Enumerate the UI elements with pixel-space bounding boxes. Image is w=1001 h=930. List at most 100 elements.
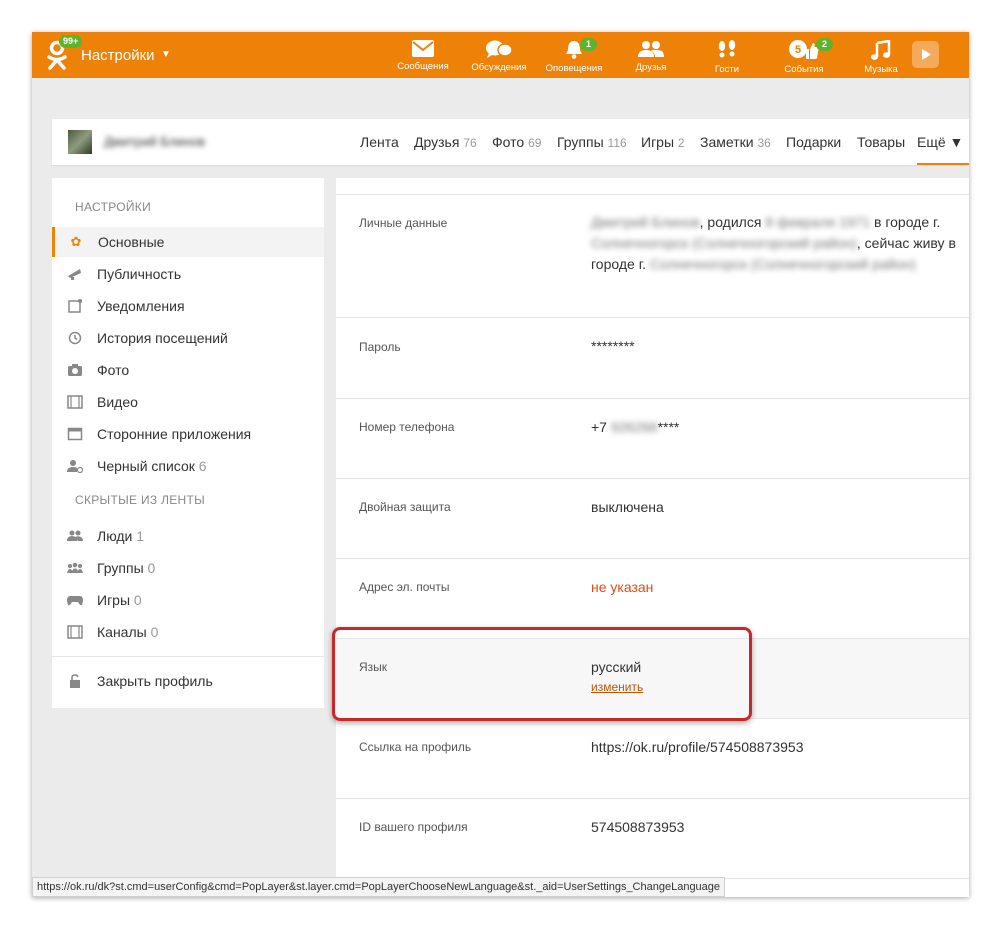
profile-id-value: 574508873953 [591,819,685,835]
two-factor-label: Двойная защита [359,500,451,514]
tab-groups[interactable]: Группы 116 [557,134,627,150]
nav-messages[interactable]: Сообщения [385,37,461,77]
language-value: русский [591,659,642,675]
section-title-dropdown[interactable]: Настройки [81,47,155,64]
tab-photos-count: 69 [528,136,542,150]
hidden-from-feed-heading: СКРЫТЫЕ ИЗ ЛЕНТЫ [75,493,206,507]
sidebar-heading: НАСТРОЙКИ [75,200,152,214]
nav-events[interactable]: 5 2 События [766,37,842,77]
events-badge: 2 [816,38,834,51]
close-profile-link[interactable]: Закрыть профиль [52,666,324,696]
nav-messages-label: Сообщения [397,61,449,72]
language-label: Язык [359,660,388,674]
nav-notifications[interactable]: 1 Оповещения [536,37,612,77]
tab-friends[interactable]: Друзья 76 [414,134,477,150]
sidebar-item-publicity[interactable]: Публичность [52,259,324,289]
sidebar-item-label: Группы 0 [97,560,156,576]
tab-games-count: 2 [677,136,685,150]
change-language-link[interactable]: изменить [591,677,643,698]
blacklist-count: 6 [198,458,207,474]
settings-row-language[interactable]: Язык русский изменить [336,639,969,719]
chevron-down-icon[interactable]: ▼ [161,49,171,60]
tab-notes[interactable]: Заметки 36 [700,134,771,150]
film-icon [67,395,83,409]
tab-feed[interactable]: Лента [360,134,399,150]
profile-name[interactable]: Дмитрий Блинов [104,134,205,149]
profile-link-label: Ссылка на профиль [359,740,472,754]
sidebar-item-hidden-people[interactable]: Люди 1 [52,521,324,551]
tab-friends-count: 76 [463,136,477,150]
settings-sidebar: НАСТРОЙКИ ✿ Основные Публичность Уведомл… [52,178,324,708]
hidden-people-count: 1 [136,528,145,544]
nav-discussions-label: Обсуждения [471,62,527,73]
tab-games[interactable]: Игры 2 [641,134,685,150]
music-note-icon [871,40,891,60]
tab-more[interactable]: Ещё ▼ [917,134,963,150]
sidebar-item-notifications[interactable]: Уведомления [52,291,324,321]
profile-link-value[interactable]: https://ok.ru/profile/574508873953 [591,737,804,758]
settings-row-profile-id[interactable]: ID вашего профиля 574508873953 [336,799,969,879]
sidebar-item-label: Игры 0 [97,592,142,608]
email-value: не указан [591,579,654,595]
tab-goods[interactable]: Товары [857,134,905,150]
settings-row-personal[interactable]: Личные данные Дмитрий Блинов, родился 8 … [336,195,969,318]
settings-row-profile-link[interactable]: Ссылка на профиль https://ok.ru/profile/… [336,719,969,799]
sidebar-item-video[interactable]: Видео [52,387,324,417]
tab-notes-count: 36 [757,136,771,150]
nav-music[interactable]: Музыка [843,37,919,77]
chat-bubbles-icon [486,40,512,58]
nav-notifications-label: Оповещения [545,63,603,74]
sidebar-item-label: Закрыть профиль [97,673,213,689]
avatar[interactable] [68,130,92,154]
sidebar-item-photos[interactable]: Фото [52,355,324,385]
phone-value: +7 926268**** [591,419,680,435]
sidebar-item-hidden-groups[interactable]: Группы 0 [52,553,324,583]
sidebar-item-label: Основные [98,234,165,250]
sidebar-item-label: Публичность [97,266,182,282]
tab-groups-count: 116 [607,136,627,150]
sidebar-item-hidden-channels[interactable]: Каналы 0 [52,617,324,647]
nav-discussions[interactable]: Обсуждения [461,37,537,77]
settings-row-two-factor[interactable]: Двойная защита выключена [336,479,969,559]
people-icon [67,530,83,541]
nav-events-label: События [784,64,824,75]
settings-row-phone[interactable]: Номер телефона +7 926268**** [336,399,969,479]
envelope-icon [412,40,434,57]
events-count: 5 [795,44,801,56]
nav-friends[interactable]: Друзья [613,37,689,77]
sidebar-item-apps[interactable]: Сторонние приложения [52,419,324,449]
window-icon [67,427,83,441]
friends-icon [638,41,664,57]
settings-main: Личные данные Дмитрий Блинов, родился 8 … [336,178,969,897]
profile-id-label: ID вашего профиля [359,820,468,834]
tab-photos[interactable]: Фото 69 [492,134,541,150]
password-label: Пароль [359,340,401,354]
tab-gifts[interactable]: Подарки [786,134,841,150]
sidebar-item-label: Люди 1 [97,528,145,544]
nav-guests[interactable]: Гости [689,37,765,77]
hidden-groups-count: 0 [147,560,156,576]
sidebar-item-history[interactable]: История посещений [52,323,324,353]
sidebar-item-label: История посещений [97,330,228,346]
sidebar-item-label: Черный список 6 [97,458,207,474]
nav-music-label: Музыка [864,64,898,75]
notifications-count-badge: 99+ [59,35,83,48]
personal-data-value: Дмитрий Блинов, родился 8 февраля 1971 в… [591,214,956,272]
video-play-button[interactable] [912,41,939,68]
gear-icon: ✿ [70,234,82,249]
email-label: Адрес эл. почты [359,580,450,594]
sidebar-item-blacklist[interactable]: Черный список 6 [52,451,324,481]
settings-row-email[interactable]: Адрес эл. почты не указан [336,559,969,639]
browser-status-bar: https://ok.ru/dk?st.cmd=userConfig&cmd=P… [32,877,726,897]
camera-icon [68,364,82,376]
sidebar-item-hidden-games[interactable]: Игры 0 [52,585,324,615]
nav-guests-label: Гости [714,64,740,75]
sidebar-item-label: Видео [97,394,138,410]
history-icon [68,331,82,345]
sidebar-item-general[interactable]: ✿ Основные [52,227,324,257]
settings-row-password[interactable]: Пароль ******** [336,318,969,399]
gamepad-icon [67,596,83,606]
active-tab-indicator [917,163,969,165]
sidebar-item-label: Сторонние приложения [97,426,252,442]
personal-data-label: Личные данные [359,216,448,230]
